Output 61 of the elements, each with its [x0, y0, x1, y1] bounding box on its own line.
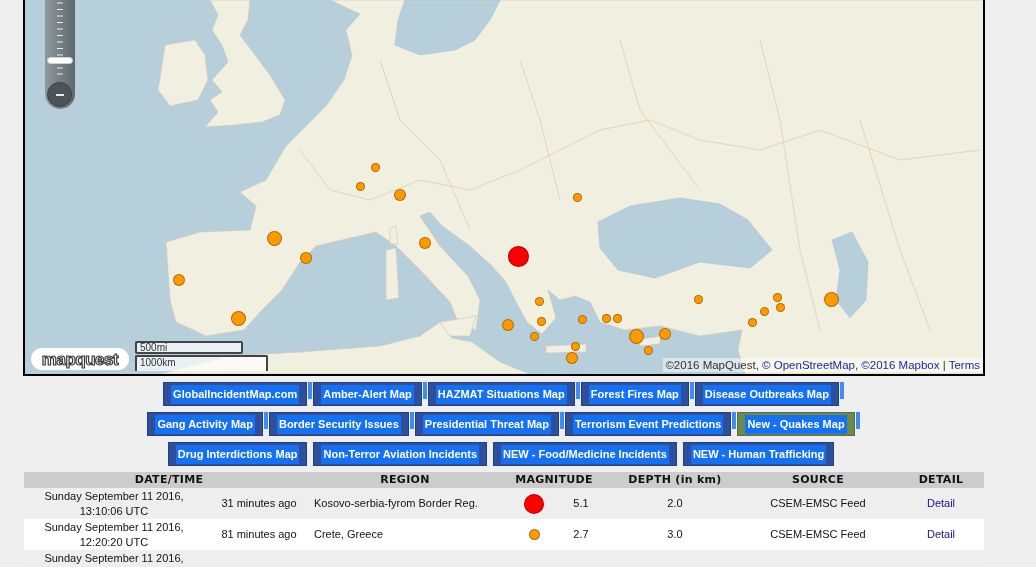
column-header: REGION [379, 472, 431, 488]
table-cell: 5.1 [572, 496, 590, 511]
detail-link[interactable]: Detail [926, 497, 956, 509]
nav-button[interactable]: GlobalIncidentMap.com [163, 382, 308, 406]
nav-button[interactable]: Drug Interdictions Map [167, 442, 308, 466]
map-marker-icon[interactable] [643, 345, 653, 355]
nav-button[interactable]: Forest Fires Map [580, 382, 689, 406]
map-marker-icon[interactable] [759, 306, 769, 316]
table-cell-text: Crete, Greece [314, 527, 385, 542]
map-marker-icon[interactable] [775, 302, 785, 312]
slider-thumb[interactable] [47, 56, 73, 64]
nav-button[interactable]: Disease Outbreaks Map [694, 382, 839, 406]
scale-bar: 500mi [135, 341, 243, 354]
table-cell-text: CSEM-EMSC Feed [769, 527, 867, 542]
map-marker-icon[interactable] [355, 181, 365, 191]
nav-button[interactable]: NEW - Human Trafficking [682, 442, 835, 466]
nav-button[interactable]: Gang Activity Map [147, 412, 263, 436]
nav-button[interactable]: Border Security Issues [268, 412, 409, 436]
nav-button[interactable]: Amber-Alert Map [313, 382, 422, 406]
link[interactable]: © OpenStreetMap [762, 359, 855, 371]
map-marker-icon[interactable] [536, 316, 546, 326]
nav-button[interactable]: NEW - Food/Medicine Incidents [493, 442, 677, 466]
map-marker-icon[interactable] [370, 162, 380, 172]
table-cell: 2.7 [572, 527, 590, 542]
map-marker-icon[interactable] [612, 313, 622, 323]
table-cell-text: CSEM-EMSC Feed [769, 496, 867, 511]
map-marker-icon[interactable] [747, 317, 757, 327]
table-cell-text: 2.0 [666, 496, 684, 511]
column-header: MAGNITUDE [514, 472, 594, 488]
nav-button[interactable]: Non-Terror Aviation Incidents [313, 442, 488, 466]
map-marker-icon[interactable] [693, 294, 703, 304]
zoom-out-button[interactable] [47, 82, 72, 107]
map-marker-icon[interactable] [572, 192, 582, 202]
map-marker-icon[interactable] [601, 313, 611, 323]
link[interactable]: Terms [948, 359, 980, 371]
table-cell-text: 81 minutes ago [220, 527, 298, 542]
table-cell-text: Sunday September 11 2016, 12:20:20 UTC [43, 520, 185, 550]
table-cell-text: Sunday September 11 2016, [43, 551, 185, 566]
scale-bar: 1000km [135, 355, 268, 371]
minus-icon [55, 93, 64, 96]
link[interactable]: ©2016 Mapbox [861, 359, 940, 371]
map-marker-icon[interactable] [534, 296, 544, 306]
column-header: DETAIL [917, 472, 965, 488]
table-cell-text: Kosovo-serbia-fyrom Border Reg. [314, 496, 479, 511]
logo[interactable]: mapquest [31, 348, 129, 370]
map-marker-icon[interactable] [570, 341, 580, 351]
map-marker-icon[interactable] [772, 292, 782, 302]
map-marker-icon[interactable] [529, 331, 539, 341]
column-header: DEPTH (in km) [627, 472, 723, 488]
nav-button[interactable]: Terrorism Event Predictions [564, 412, 732, 436]
column-header: DATE/TIME [133, 472, 205, 488]
nav-button[interactable]: HAZMAT Situations Map [427, 382, 575, 406]
map-marker-icon[interactable] [577, 314, 587, 324]
table-cell-text: Sunday September 11 2016, 13:10:06 UTC [43, 489, 185, 519]
nav-button[interactable]: New - Quakes Map [737, 412, 855, 436]
nav-button[interactable]: Presidential Threat Map [414, 412, 559, 436]
detail-link[interactable]: Detail [926, 528, 956, 540]
column-header: SOURCE [790, 472, 846, 488]
table-cell-text: 3.0 [666, 527, 684, 542]
map-attribution: ©2016 MapQuest, © OpenStreetMap, ©2016 Mapbox | Terms [663, 358, 982, 372]
table-cell-text: 31 minutes ago [220, 496, 298, 511]
